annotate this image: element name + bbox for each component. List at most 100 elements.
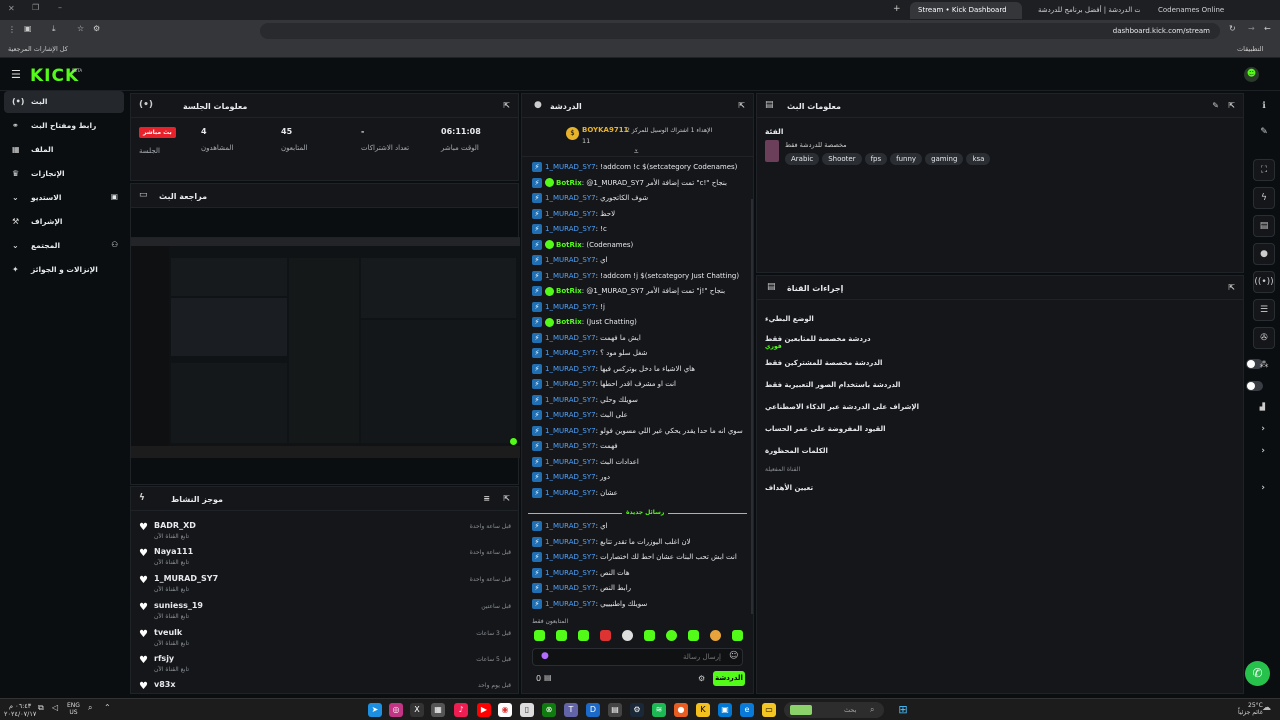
chat-username[interactable]: 1_MURAD_SY7	[545, 473, 596, 481]
chat-username[interactable]: 1_MURAD_SY7	[545, 584, 596, 592]
rail-button-doc[interactable]: ▤	[1253, 215, 1275, 237]
emoji-icon[interactable]: ☺	[729, 651, 738, 661]
youtube-icon[interactable]: ▶	[477, 703, 491, 717]
app-icon[interactable]: ▤	[608, 703, 622, 717]
taskbar-search[interactable]: بحث ⌕	[784, 702, 884, 718]
chat-username[interactable]: 1_MURAD_SY7	[545, 225, 596, 233]
close-window-icon[interactable]: ✕	[8, 4, 15, 13]
sidebar-item-moderation[interactable]: ⚒ الإشراف	[4, 211, 124, 233]
chat-username[interactable]: 1_MURAD_SY7	[545, 163, 596, 171]
activity-name[interactable]: Naya111	[154, 547, 193, 556]
app-icon[interactable]: K	[696, 703, 710, 717]
network-icon[interactable]: ⌕	[88, 703, 92, 713]
chat-username[interactable]: 1_MURAD_SY7	[545, 569, 596, 577]
activity-name[interactable]: rfsjy	[154, 654, 174, 663]
windows-start-icon[interactable]: ⊞	[896, 703, 910, 717]
toggle-switch[interactable]	[1246, 381, 1263, 391]
chat-username[interactable]: 1_MURAD_SY7	[545, 600, 596, 608]
back-icon[interactable]: ←	[1264, 24, 1271, 33]
edit-icon[interactable]: ✎	[1212, 101, 1219, 110]
sidebar-item-community[interactable]: ⌄ المجتمع ⚇	[4, 235, 124, 257]
chat-username[interactable]: 1_MURAD_SY7	[545, 256, 596, 264]
channel-action-row[interactable]: الوضع البطيء›	[765, 312, 1267, 328]
filter-icon[interactable]: ≡	[483, 494, 490, 503]
sidebar-item-stream[interactable]: (•) البث	[4, 91, 124, 113]
send-chat-button[interactable]: الدردشة	[713, 671, 745, 686]
chat-username[interactable]: 1_MURAD_SY7	[545, 411, 596, 419]
chat-username[interactable]: 1_MURAD_SY7	[545, 334, 596, 342]
menu-dots-icon[interactable]: ⋮	[8, 25, 16, 34]
all-bookmarks-link[interactable]: كل الإشارات المرجعية	[8, 45, 68, 53]
chat-username[interactable]: BotRix	[556, 287, 582, 295]
tab-kick-dashboard[interactable]: Stream • Kick Dashboard	[910, 2, 1022, 19]
chat-username[interactable]: 1_MURAD_SY7	[545, 553, 596, 561]
sidebar-item-studio[interactable]: ⌄ الاستديو ▣	[4, 187, 124, 209]
minimize-window-icon[interactable]: –	[58, 3, 62, 12]
x-icon[interactable]: X	[410, 703, 424, 717]
channel-action-row[interactable]: الدردشة مخصصة للمشتركين فقط	[765, 356, 1267, 372]
popout-icon[interactable]: ⇱	[1228, 283, 1235, 292]
emote-icon[interactable]	[578, 630, 589, 641]
chat-username[interactable]: 1_MURAD_SY7	[545, 442, 596, 450]
mic-icon[interactable]: ●	[541, 651, 549, 661]
apps-link[interactable]: التطبيقات	[1237, 45, 1263, 53]
rail-button-live[interactable]: ((•))	[1253, 271, 1275, 293]
chat-username[interactable]: BotRix	[556, 179, 582, 187]
steam-icon[interactable]: ⚙	[630, 703, 644, 717]
spotify-icon[interactable]: ≋	[652, 703, 666, 717]
emote-icon[interactable]	[732, 630, 743, 641]
url-field[interactable]: dashboard.kick.com/stream	[260, 23, 1220, 39]
channel-action-row[interactable]: القيود المفروضة على عمر الحساب ›	[765, 422, 1267, 438]
restore-window-icon[interactable]: ❐	[32, 3, 39, 12]
chat-username[interactable]: 1_MURAD_SY7	[545, 396, 596, 404]
popout-icon[interactable]: ⇱	[503, 494, 510, 503]
rail-button-list[interactable]: ☰	[1253, 299, 1275, 321]
forward-icon[interactable]: →	[1248, 24, 1255, 33]
bookmark-star-icon[interactable]: ☆	[77, 24, 84, 33]
app-icon[interactable]: ▦	[431, 703, 445, 717]
activity-name[interactable]: v83x	[154, 680, 176, 689]
sidebar-item-drops[interactable]: ✦ الإنزالات و الجوائز	[4, 259, 124, 281]
language-indicator[interactable]: ENG US	[67, 702, 80, 716]
chat-username[interactable]: 1_MURAD_SY7	[545, 365, 596, 373]
tab-botrix[interactable]: بوت الدردشة | أفضل برنامج للدردشة	[1030, 2, 1140, 19]
chevron-down-icon[interactable]: ⩡	[634, 147, 639, 157]
chat-input[interactable]: ● إرسال رسالة ☺	[532, 648, 743, 666]
clock[interactable]: ٠٦:٤٣ م ٢٠٢٤/٠٧/١٧	[4, 702, 36, 718]
chat-username[interactable]: 1_MURAD_SY7	[545, 303, 596, 311]
sidebar-item-achievements[interactable]: ♛ الإنجازات	[4, 163, 124, 185]
telegram-icon[interactable]: ➤	[368, 703, 382, 717]
chat-username[interactable]: 1_MURAD_SY7	[545, 272, 596, 280]
emote-icon[interactable]	[600, 630, 611, 641]
app-icon[interactable]: ●	[674, 703, 688, 717]
download-icon[interactable]: ⤓	[52, 24, 56, 34]
channel-action-row[interactable]: الكلمات المحظورة ›	[765, 444, 1267, 460]
app-icon[interactable]: D	[586, 703, 600, 717]
store-icon[interactable]: ▣	[718, 703, 732, 717]
notification-icon[interactable]: ⧉	[38, 703, 44, 713]
emote-icon[interactable]	[644, 630, 655, 641]
notepad-icon[interactable]: ▯	[520, 703, 534, 717]
rail-button-share[interactable]: ⁂	[1253, 355, 1275, 377]
chat-username[interactable]: 1_MURAD_SY7	[545, 349, 596, 357]
chat-username[interactable]: 1_MURAD_SY7	[545, 489, 596, 497]
instagram-icon[interactable]: ◎	[389, 703, 403, 717]
weather-widget[interactable]: 25°C غائم جزئياً	[1238, 702, 1263, 716]
emote-icon[interactable]	[556, 630, 567, 641]
chat-username[interactable]: 1_MURAD_SY7	[545, 458, 596, 466]
chat-username[interactable]: 1_MURAD_SY7	[545, 380, 596, 388]
settings-gear-icon[interactable]: ⚙	[698, 674, 705, 683]
reload-icon[interactable]: ↻	[1229, 24, 1236, 33]
pinned-user[interactable]: BOYKA9711	[582, 126, 628, 134]
category-thumbnail[interactable]	[765, 140, 779, 162]
rail-button-chat[interactable]: ●	[1253, 243, 1275, 265]
info-icon[interactable]: ℹ	[1253, 96, 1275, 118]
emote-icon[interactable]	[688, 630, 699, 641]
help-fab-button[interactable]: ✆	[1245, 661, 1270, 686]
tools-icon[interactable]: ✎	[1253, 122, 1275, 144]
rail-button-bolt[interactable]: ϟ	[1253, 187, 1275, 209]
popout-icon[interactable]: ⇱	[503, 101, 510, 110]
tab-codenames[interactable]: Codenames Online	[1150, 2, 1228, 19]
chat-username[interactable]: 1_MURAD_SY7	[545, 538, 596, 546]
chat-username[interactable]: BotRix	[556, 241, 582, 249]
